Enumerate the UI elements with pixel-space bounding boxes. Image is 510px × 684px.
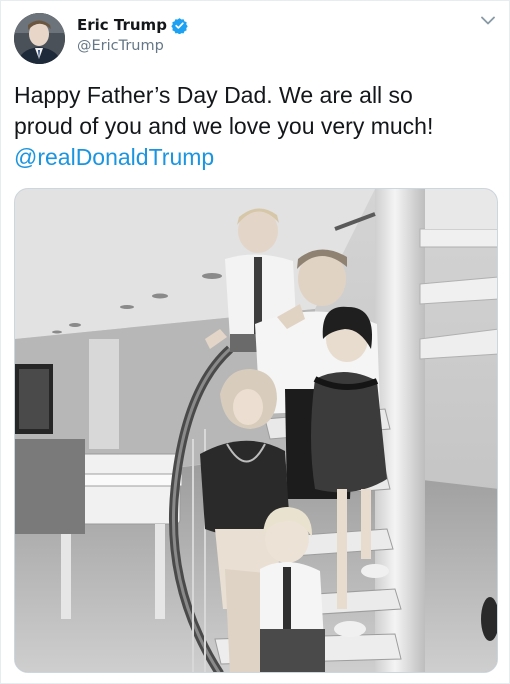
mention-link[interactable]: @realDonaldTrump xyxy=(14,142,498,173)
author-display-name[interactable]: Eric Trump xyxy=(77,16,167,34)
avatar[interactable] xyxy=(14,13,65,64)
tweet-media-photo[interactable] xyxy=(14,188,498,673)
avatar-photo xyxy=(14,13,65,64)
family-photo-image xyxy=(15,189,497,672)
tweet-text-line-1: Happy Father’s Day Dad. We are all so xyxy=(14,82,413,108)
tweet-text: Happy Father’s Day Dad. We are all so pr… xyxy=(14,80,498,173)
tweet-text-line-2: proud of you and we love you very much! xyxy=(14,113,434,139)
more-options-button[interactable] xyxy=(479,13,497,27)
chevron-down-icon xyxy=(481,16,495,24)
author-name-row[interactable]: Eric Trump xyxy=(77,15,188,35)
tweet-card[interactable]: Eric Trump @EricTrump Happy Father’s Day… xyxy=(0,0,510,684)
author-handle[interactable]: @EricTrump xyxy=(77,38,164,54)
verified-badge-icon xyxy=(171,17,188,34)
